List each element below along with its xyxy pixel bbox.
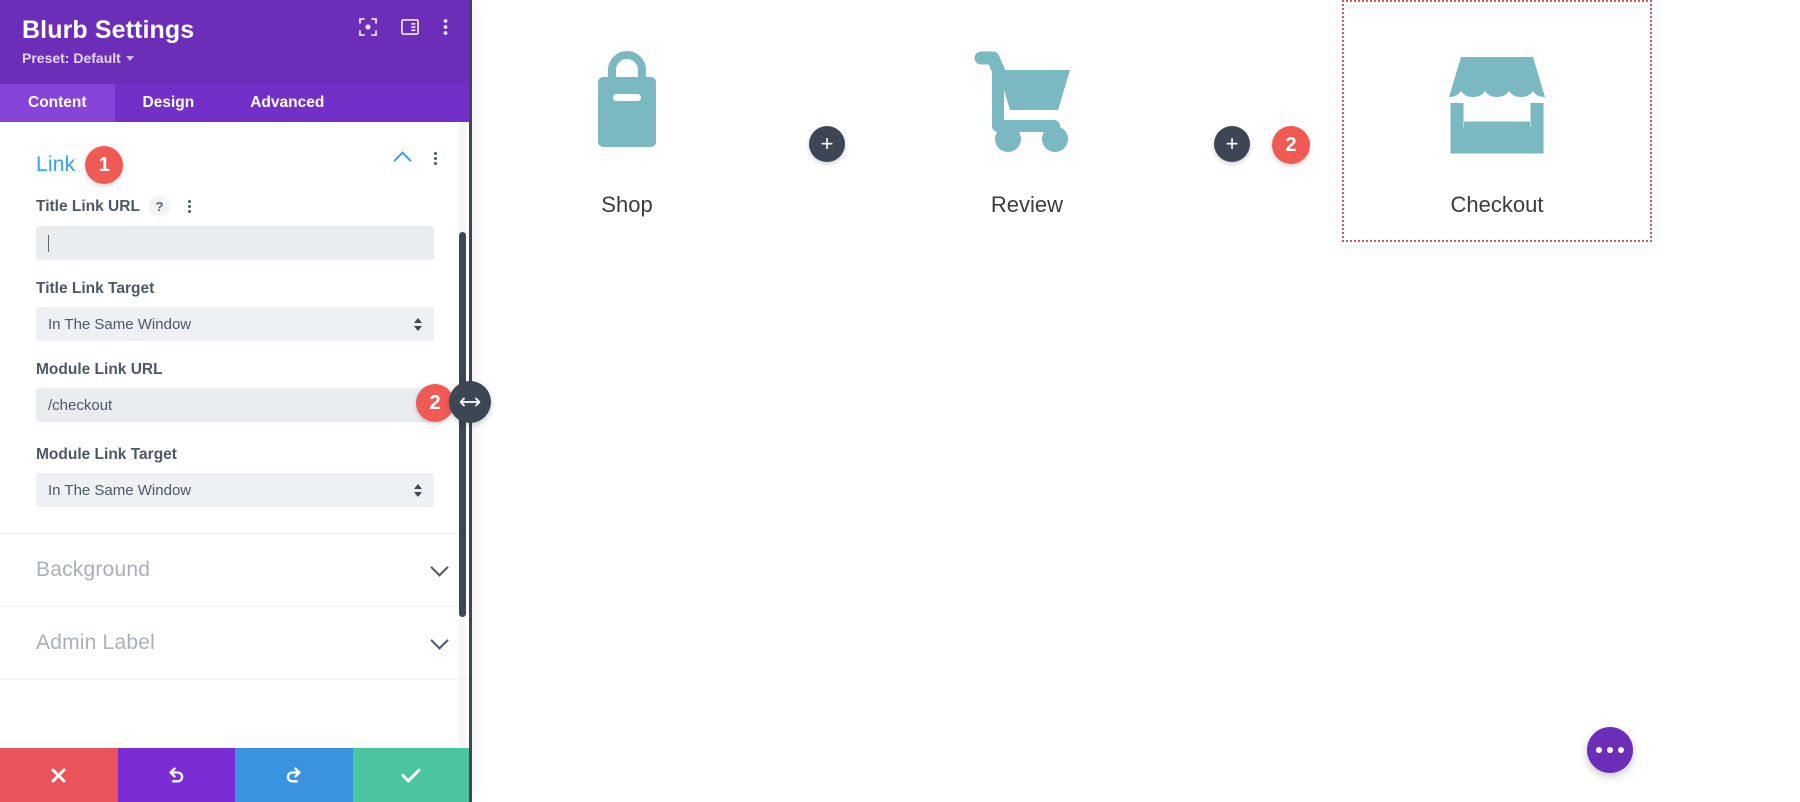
preset-label: Preset: Default: [22, 49, 121, 66]
field-title-link-target-label-row: Title Link Target: [36, 280, 434, 298]
annotation-badge-2-canvas: 2: [1272, 126, 1310, 164]
shopping-cart-icon: [967, 40, 1087, 160]
title-link-target-select[interactable]: In The Same Window: [36, 307, 434, 341]
section-background[interactable]: Background: [0, 534, 470, 606]
focus-icon[interactable]: [359, 18, 377, 36]
field-module-link-url: Module Link URL /checkout 2: [0, 361, 470, 422]
module-settings-panel: Blurb Settings Preset: Default Content D…: [0, 0, 470, 802]
field-module-link-target-label-row: Module Link Target: [36, 446, 434, 464]
blurb-checkout[interactable]: Checkout: [1342, 0, 1652, 242]
field-title-link-url: Title Link URL ?: [0, 196, 470, 260]
module-link-url-row: /checkout 2: [36, 384, 454, 422]
blurb-shop-label: Shop: [601, 192, 653, 217]
tab-content[interactable]: Content: [0, 84, 115, 122]
help-icon[interactable]: ?: [148, 196, 170, 217]
spinner-arrows-icon: [414, 483, 422, 497]
module-link-url-input[interactable]: /checkout: [36, 388, 434, 422]
text-cursor: [48, 234, 49, 252]
title-link-url-input[interactable]: [36, 226, 434, 260]
divi-builder-screen: Blurb Settings Preset: Default Content D…: [0, 0, 1800, 802]
add-module-button[interactable]: +: [1214, 126, 1250, 162]
field-module-link-url-label-row: Module Link URL: [36, 361, 434, 379]
storefront-icon: [1433, 40, 1561, 160]
panel-body: Link 1 Title Link URL ? Title Link Targe…: [0, 122, 470, 748]
module-link-url-value: /checkout: [48, 396, 113, 414]
preset-selector[interactable]: Preset: Default: [22, 50, 448, 66]
panel-header-actions: [359, 18, 448, 36]
section-admin-label-title: Admin Label: [36, 631, 155, 654]
field-label-text: Title Link Target: [36, 280, 155, 297]
undo-button[interactable]: [117, 748, 235, 802]
field-module-link-target: Module Link Target In The Same Window: [0, 446, 470, 507]
chevron-up-icon[interactable]: [393, 150, 412, 170]
section-link-header[interactable]: Link 1: [0, 122, 470, 196]
field-title-link-target: Title Link Target In The Same Window: [0, 280, 470, 341]
tab-advanced[interactable]: Advanced: [222, 84, 352, 122]
cancel-button[interactable]: [0, 748, 118, 802]
page-settings-fab[interactable]: [1587, 727, 1633, 773]
section-divider: [0, 679, 470, 680]
shopping-bag-icon: [573, 40, 681, 160]
redo-button[interactable]: [235, 748, 353, 802]
layout-panel-icon[interactable]: [400, 18, 420, 35]
add-module-button[interactable]: +: [809, 126, 845, 162]
field-label-text: Title Link URL: [36, 197, 140, 215]
section-link-title: Link: [36, 153, 76, 176]
blurb-checkout-label: Checkout: [1450, 192, 1544, 217]
add-slot-1: +: [782, 0, 872, 300]
spinner-arrows-icon: [414, 317, 422, 331]
panel-resize-handle[interactable]: [449, 381, 491, 423]
module-link-target-value: In The Same Window: [48, 481, 192, 499]
add-slot-2: + 2: [1182, 0, 1342, 300]
chevron-down-icon[interactable]: [430, 558, 449, 577]
panel-scroll-content: Link 1 Title Link URL ? Title Link Targe…: [0, 122, 470, 748]
chevron-down-icon[interactable]: [430, 631, 449, 650]
field-label-text: Module Link URL: [36, 361, 163, 378]
blurb-review-label: Review: [990, 192, 1064, 217]
panel-footer: [0, 748, 470, 802]
field-title-link-url-label-row: Title Link URL ?: [36, 196, 434, 217]
section-background-title: Background: [36, 558, 151, 581]
field-label-text: Module Link Target: [36, 446, 177, 463]
annotation-badge-1: 1: [85, 146, 124, 184]
tab-design[interactable]: Design: [115, 84, 223, 122]
page-canvas: Shop + Review + 2 Checkout: [472, 0, 1800, 802]
panel-tabs: Content Design Advanced: [0, 84, 470, 122]
section-admin-label[interactable]: Admin Label: [0, 607, 470, 679]
caret-down-icon: [125, 56, 134, 62]
blurb-row: Shop + Review + 2 Checkout: [472, 0, 1800, 300]
field-more-icon[interactable]: [179, 196, 200, 217]
panel-scrollbar-thumb[interactable]: [459, 232, 466, 617]
blurb-review[interactable]: Review: [872, 0, 1182, 218]
module-link-target-select[interactable]: In The Same Window: [36, 473, 434, 507]
more-vertical-icon[interactable]: [443, 18, 448, 36]
blurb-shop[interactable]: Shop: [472, 0, 782, 218]
section-more-icon[interactable]: [425, 148, 446, 169]
title-link-target-value: In The Same Window: [48, 315, 192, 333]
panel-header: Blurb Settings Preset: Default: [0, 0, 470, 84]
save-button[interactable]: [352, 748, 470, 802]
